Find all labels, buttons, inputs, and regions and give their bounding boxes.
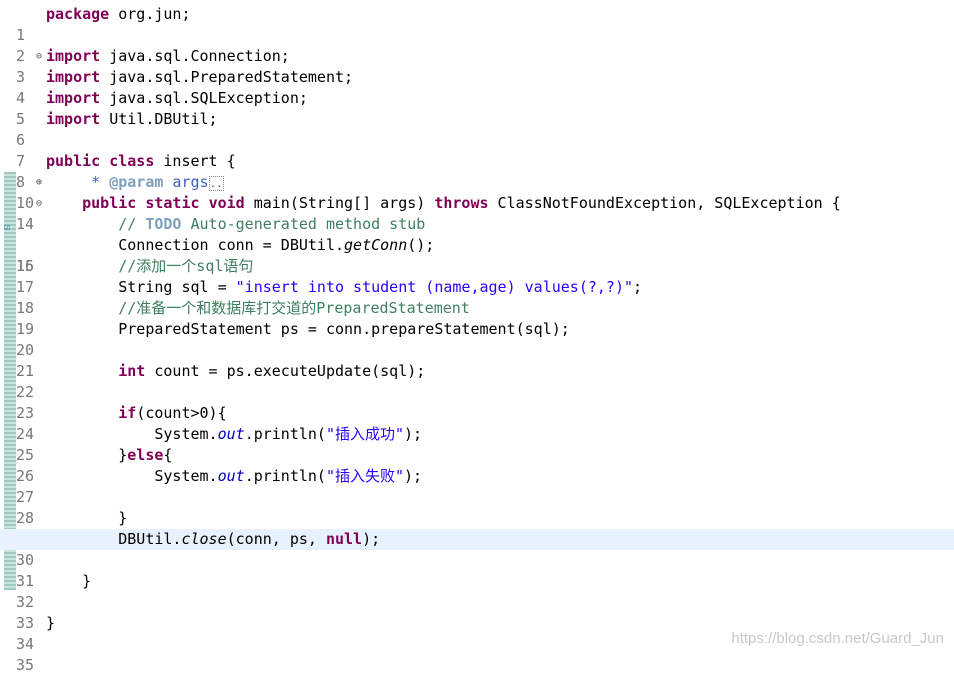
code-line-7[interactable]: 7 — [0, 130, 954, 170]
code-line-8[interactable]: 8 public class insert { — [0, 151, 954, 191]
code-text[interactable]: System.out.println("插入成功"); — [46, 424, 422, 445]
code-line-24[interactable]: 24 if(count>0){ — [0, 403, 954, 443]
code-line-6[interactable]: 6 import Util.DBUtil; — [0, 109, 954, 149]
fold-collapse-icon[interactable]: ⊖ — [36, 46, 45, 67]
code-line-19[interactable]: 19 //准备一个和数据库打交道的PreparedStatement — [0, 298, 954, 338]
code-text[interactable]: //准备一个和数据库打交道的PreparedStatement — [46, 298, 470, 319]
code-text[interactable]: public class insert { — [46, 151, 236, 172]
code-line-1[interactable]: 1 package org.jun; — [0, 4, 954, 44]
code-text[interactable]: // TODO Auto-generated method stub — [46, 214, 425, 235]
code-line-14[interactable]: 14 ⊖ public static void main(String[] ar… — [0, 193, 954, 233]
code-line-5[interactable]: 5 import java.sql.SQLException; — [0, 88, 954, 128]
code-line-2[interactable]: 2 — [0, 25, 954, 65]
task-marker-icon[interactable]: ☑ — [4, 217, 14, 233]
code-text[interactable]: } — [46, 508, 127, 529]
code-text[interactable]: //添加一个sql语句 — [46, 256, 253, 277]
code-text[interactable]: int count = ps.executeUpdate(sql); — [46, 361, 425, 382]
fold-collapse-icon[interactable]: ⊖ — [36, 193, 45, 214]
code-line-22[interactable]: 22 int count = ps.executeUpdate(sql); — [0, 361, 954, 401]
code-text[interactable]: } — [46, 613, 55, 634]
code-line-32[interactable]: 32 } — [0, 571, 954, 611]
code-text[interactable]: System.out.println("插入失败"); — [46, 466, 422, 487]
code-text[interactable]: package org.jun; — [46, 4, 191, 25]
code-line-3[interactable]: 3 ⊖ import java.sql.Connection; — [0, 46, 954, 86]
code-line-26[interactable]: 26 }else{ — [0, 445, 954, 485]
code-text[interactable]: public static void main(String[] args) t… — [46, 193, 841, 214]
code-text[interactable]: } — [46, 571, 91, 592]
code-text[interactable]: DBUtil.close(conn, ps, null); — [46, 529, 380, 550]
code-line-23[interactable]: 23 — [0, 382, 954, 422]
code-line-33[interactable]: 33 — [0, 592, 954, 632]
code-line-25[interactable]: 25 System.out.println("插入成功"); — [0, 424, 954, 464]
code-line-30-current[interactable]: 30 DBUtil.close(conn, ps, null); — [0, 529, 954, 569]
code-text[interactable]: PreparedStatement ps = conn.prepareState… — [46, 319, 570, 340]
code-text[interactable]: * @param args.. — [46, 172, 224, 194]
code-line-27[interactable]: 27 System.out.println("插入失败"); — [0, 466, 954, 506]
code-line-29[interactable]: 29 } — [0, 508, 954, 548]
code-text[interactable]: String sql = "insert into student (name,… — [46, 277, 642, 298]
code-text[interactable]: if(count>0){ — [46, 403, 226, 424]
code-line-10[interactable]: 10 ⊕ * @param args.. — [0, 172, 954, 212]
code-text[interactable]: }else{ — [46, 445, 172, 466]
code-line-17[interactable]: 17 //添加一个sql语句 — [0, 256, 954, 296]
code-line-20[interactable]: 20 PreparedStatement ps = conn.prepareSt… — [0, 319, 954, 359]
code-line-15[interactable]: ☑ 15 // TODO Auto-generated method stub — [0, 214, 954, 275]
fold-expand-icon[interactable]: ⊕ — [36, 172, 45, 193]
code-line-21[interactable]: 21 — [0, 340, 954, 380]
code-text[interactable]: import java.sql.PreparedStatement; — [46, 67, 353, 88]
code-line-31[interactable]: 31 — [0, 550, 954, 590]
code-text[interactable]: import java.sql.SQLException; — [46, 88, 308, 109]
watermark: https://blog.csdn.net/Guard_Jun — [731, 630, 944, 647]
code-text[interactable]: import Util.DBUtil; — [46, 109, 218, 130]
code-line-18[interactable]: 18 String sql = "insert into student (na… — [0, 277, 954, 317]
code-text[interactable]: Connection conn = DBUtil.getConn(); — [46, 235, 434, 256]
code-line-4[interactable]: 4 import java.sql.PreparedStatement; — [0, 67, 954, 107]
code-line-16[interactable]: 16 Connection conn = DBUtil.getConn(); — [0, 235, 954, 275]
code-text[interactable]: import java.sql.Connection; — [46, 46, 290, 67]
code-line-28[interactable]: 28 — [0, 487, 954, 527]
line-number: 35 — [16, 656, 35, 674]
code-editor[interactable]: 1 package org.jun; 2 3 ⊖ import java.sql… — [0, 0, 954, 674]
